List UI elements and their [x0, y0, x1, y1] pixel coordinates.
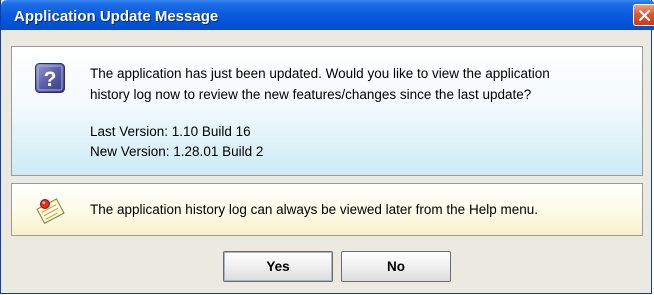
title-bar[interactable]: Application Update Message	[1, 0, 654, 30]
dialog-window: Application Update Message ? The applica…	[0, 0, 654, 294]
message-line-2: history log now to review the new featur…	[90, 87, 532, 102]
yes-button[interactable]: Yes	[223, 251, 333, 282]
question-icon: ?	[35, 63, 65, 93]
window-title: Application Update Message	[14, 8, 219, 25]
svg-text:?: ?	[44, 68, 57, 91]
note-panel: The application history log can always b…	[11, 183, 643, 236]
close-button[interactable]	[633, 4, 654, 26]
close-icon	[638, 9, 651, 22]
notepad-pushpin-icon	[36, 198, 65, 225]
note-text: The application history log can always b…	[90, 202, 538, 217]
no-button[interactable]: No	[341, 251, 451, 282]
last-version-text: Last Version: 1.10 Build 16	[90, 124, 251, 139]
new-version-text: New Version: 1.28.01 Build 2	[90, 144, 264, 159]
question-panel: ? The application has just been updated.…	[11, 46, 643, 176]
message-line-1: The application has just been updated. W…	[90, 66, 550, 81]
